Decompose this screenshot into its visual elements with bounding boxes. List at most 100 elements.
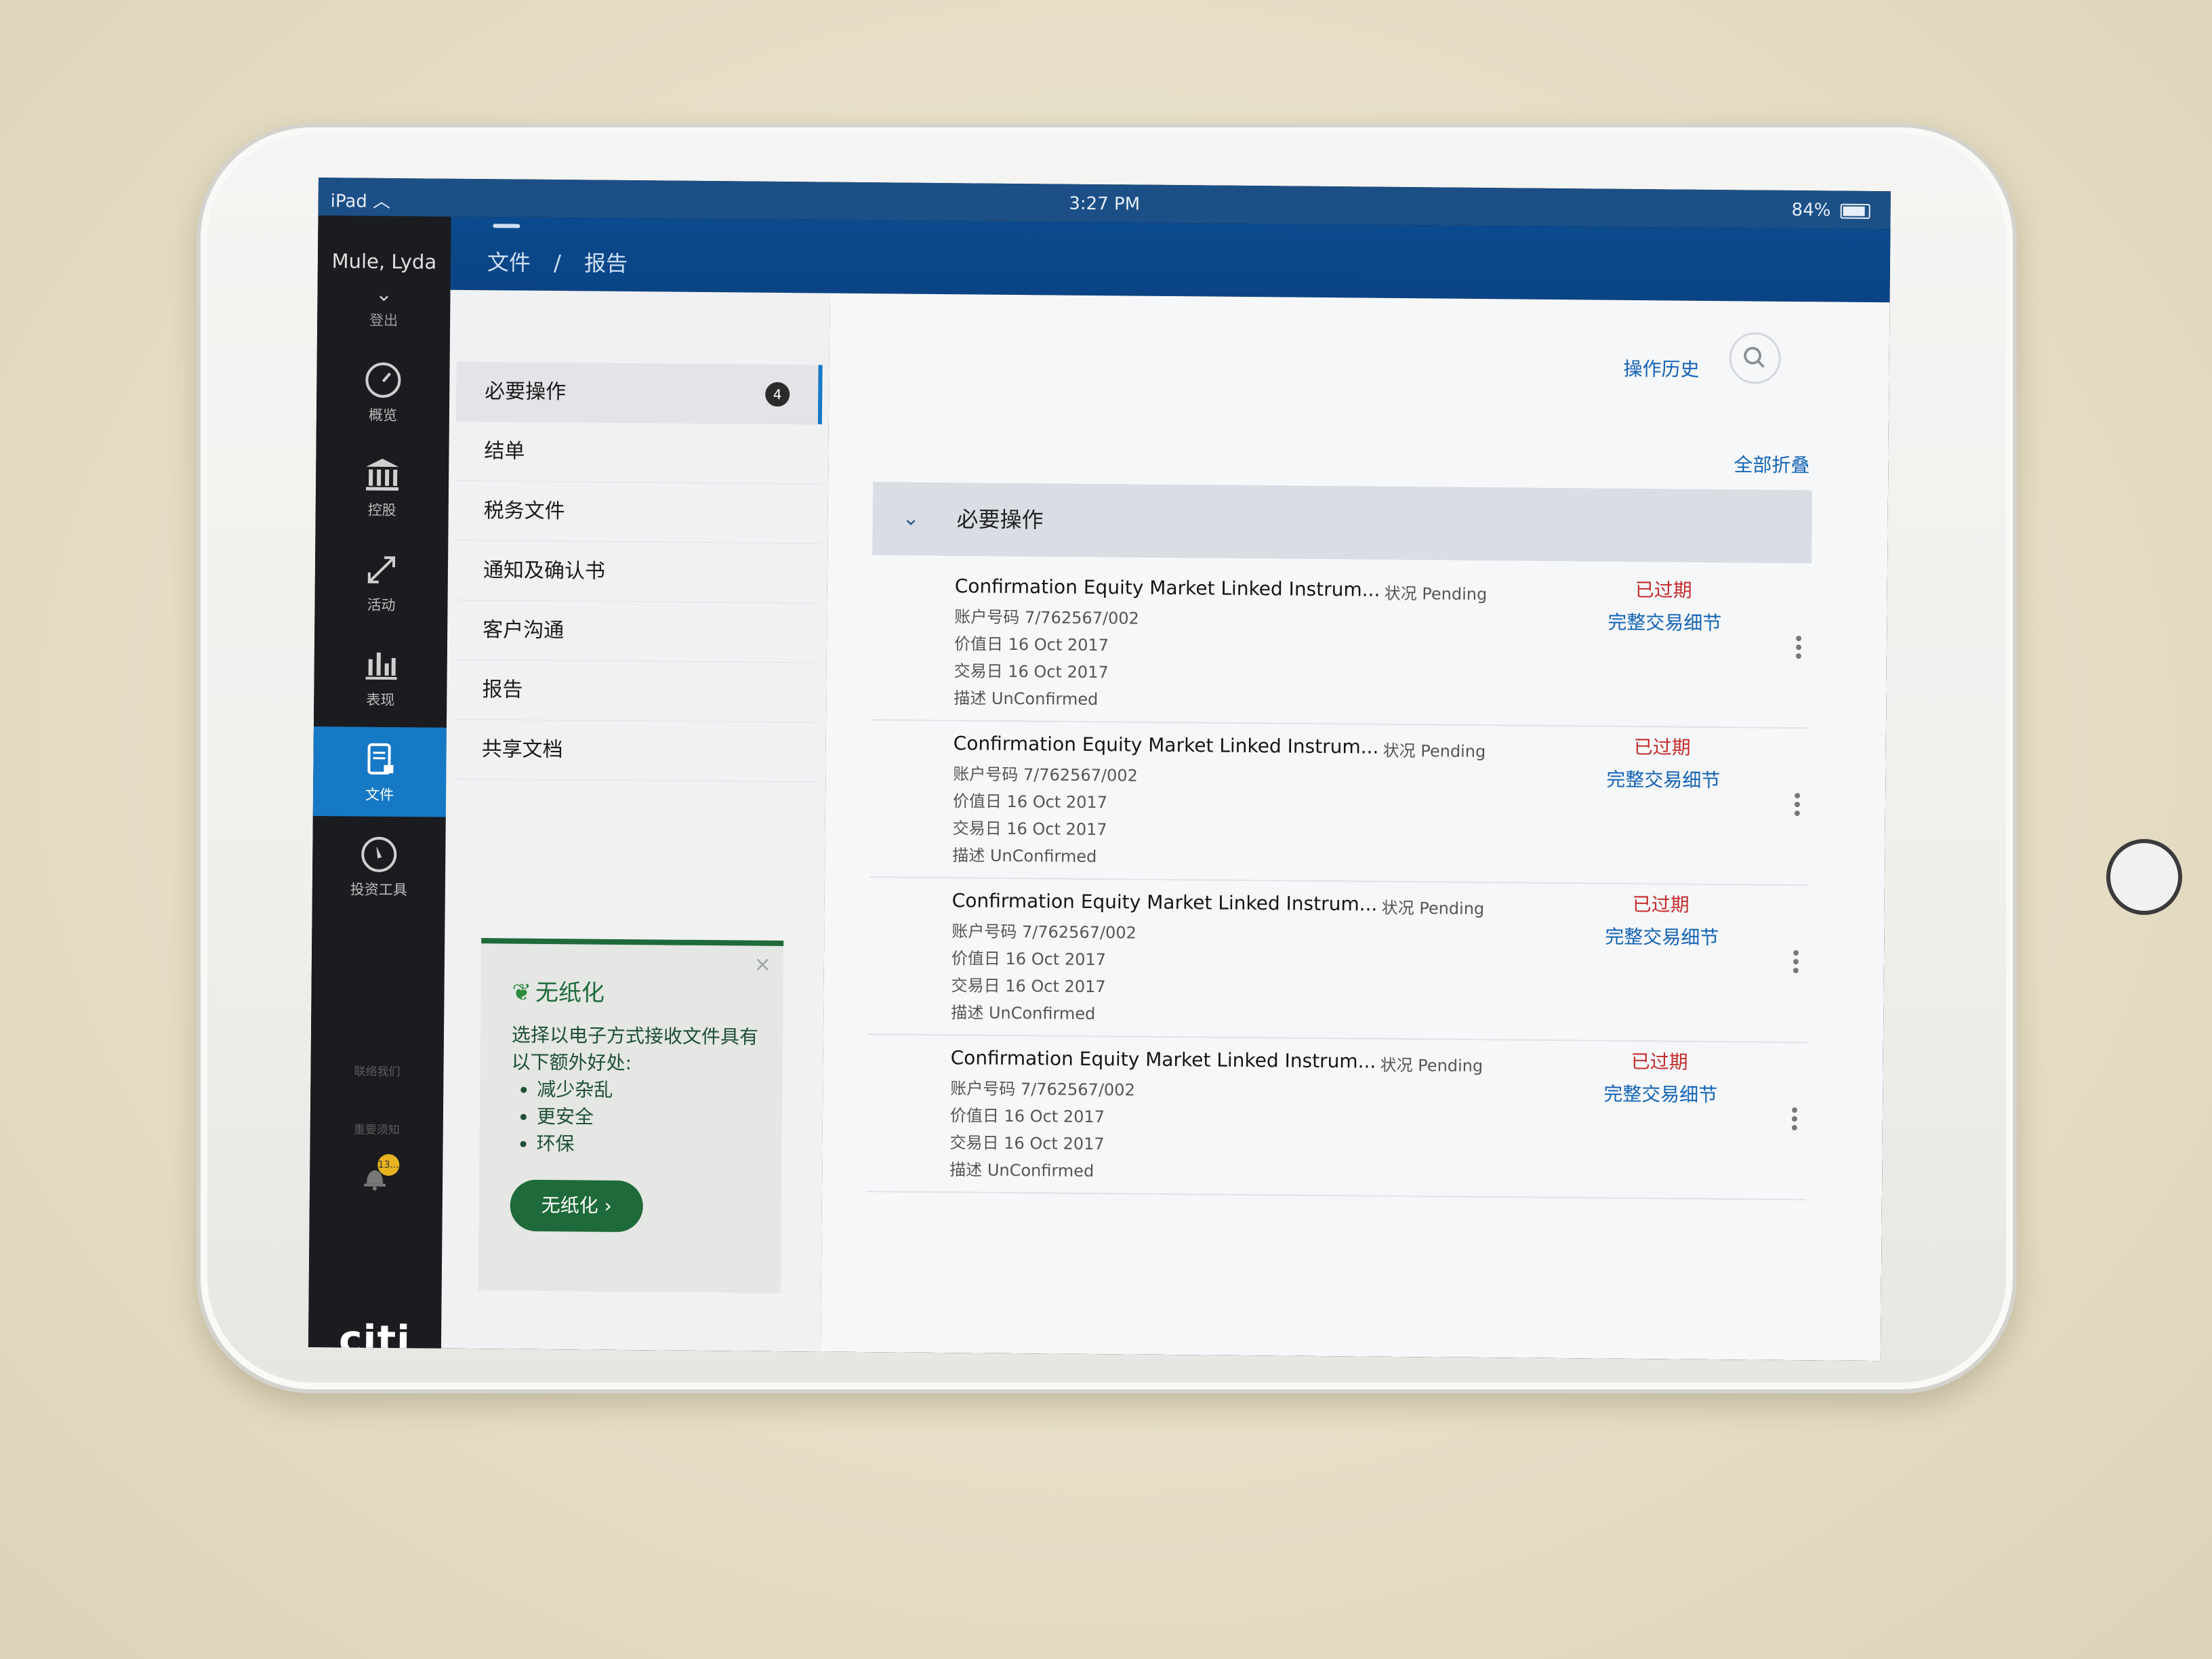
paperless-button[interactable]: 无纸化 › (510, 1179, 644, 1233)
battery-indicator: 84% (1791, 200, 1870, 221)
item-title: Confirmation Equity Market Linked Instru… (950, 1046, 1376, 1073)
category-label: 必要操作 (485, 380, 567, 405)
category-notices[interactable]: 通知及确认书 (454, 540, 821, 604)
section-header[interactable]: ⌄ 必要操作 (872, 482, 1813, 564)
notification-badge: 13... (377, 1153, 400, 1176)
category-label: 结单 (484, 439, 525, 464)
item-title: Confirmation Equity Market Linked Instru… (953, 732, 1379, 758)
chevron-down-icon[interactable]: ⌄ (317, 282, 450, 307)
breadcrumb-documents[interactable]: 文件 (487, 249, 531, 276)
item-value-date: 价值日 16 Oct 2017 (954, 634, 1109, 655)
list-item[interactable]: Confirmation Equity Market Linked Instru… (871, 562, 1812, 729)
category-reports[interactable]: 报告 (453, 659, 820, 723)
top-header: 文件 / 报告 (450, 216, 1891, 303)
nav-item-tools[interactable]: 投资工具 (312, 821, 446, 912)
count-badge: 4 (765, 382, 790, 407)
logout-link[interactable]: 登出 (317, 309, 450, 331)
ipad-screen: iPad ︿ 3:27 PM 84% Mule, Lyda ⌄ 登出 概览 控股… (308, 178, 1891, 1361)
expired-label: 已过期 (1633, 735, 1691, 759)
leaf-icon: ❦ (512, 979, 532, 1006)
breadcrumb: 文件 / 报告 (487, 245, 644, 278)
full-details-link[interactable]: 完整交易细节 (1607, 608, 1721, 636)
list-item[interactable]: Confirmation Equity Market Linked Instru… (867, 876, 1809, 1044)
item-account: 账户号码 7/762567/002 (954, 607, 1139, 628)
promo-title: ❦ 无纸化 (512, 979, 605, 1007)
category-client-comms[interactable]: 客户沟通 (453, 600, 821, 663)
section-title: 必要操作 (956, 506, 1044, 533)
nav-item-documents[interactable]: 文件 (312, 726, 447, 817)
menu-grip-icon[interactable] (493, 224, 520, 228)
chevron-right-icon: › (604, 1194, 612, 1217)
nav-item-overview[interactable]: 概览 (316, 347, 450, 438)
collapse-all-link[interactable]: 全部折叠 (1734, 450, 1809, 478)
category-shared-docs[interactable]: 共享文档 (453, 719, 820, 783)
search-icon (1744, 346, 1765, 368)
more-options-icon[interactable] (1790, 947, 1801, 977)
action-history-link[interactable]: 操作历史 (1623, 354, 1699, 382)
nav-item-performance[interactable]: 表现 (314, 632, 447, 722)
contact-link[interactable]: 联络我们 (310, 1061, 443, 1080)
item-description: 描述 UnConfirmed (952, 846, 1097, 867)
nav-label: 表现 (366, 691, 395, 709)
item-value-date: 价值日 16 Oct 2017 (951, 949, 1107, 970)
main-content: 操作历史 全部折叠 ⌄ 必要操作 Confirmation Equity Mar… (820, 293, 1890, 1361)
category-label: 通知及确认书 (483, 558, 606, 583)
item-account: 账户号码 7/762567/002 (950, 1079, 1135, 1100)
item-trade-date: 交易日 16 Oct 2017 (949, 1133, 1105, 1154)
category-tax-documents[interactable]: 税务文件 (455, 480, 822, 544)
benefit-item: 环保 (536, 1130, 761, 1160)
list-item[interactable]: Confirmation Equity Market Linked Instru… (866, 1033, 1807, 1201)
notice-link[interactable]: 重要须知 (310, 1120, 443, 1138)
category-pane: 必要操作 4 结单 税务文件 通知及确认书 客户沟通 报告 共享文档 × ❦ 无纸… (441, 289, 830, 1352)
nav-item-holdings[interactable]: 控股 (315, 442, 449, 533)
expired-label: 已过期 (1631, 1050, 1688, 1073)
battery-icon (1840, 203, 1870, 219)
nav-label: 控股 (367, 501, 396, 519)
breadcrumb-separator: / (553, 250, 562, 276)
status-time: 3:27 PM (1069, 193, 1141, 215)
category-label: 客户沟通 (483, 618, 565, 643)
bank-icon (365, 458, 399, 491)
item-status: 状况 Pending (1381, 898, 1485, 919)
more-options-icon[interactable] (1789, 1104, 1800, 1134)
nav-label: 文件 (365, 786, 394, 804)
category-required-actions[interactable]: 必要操作 4 (455, 361, 823, 425)
nav-label: 活动 (367, 596, 396, 614)
item-value-date: 价值日 16 Oct 2017 (949, 1106, 1105, 1127)
benefit-item: 减少杂乱 (537, 1076, 762, 1105)
category-statements[interactable]: 结单 (455, 421, 822, 485)
home-button[interactable] (2106, 839, 2182, 915)
item-account: 账户号码 7/762567/002 (953, 764, 1138, 785)
list-item[interactable]: Confirmation Equity Market Linked Instru… (869, 719, 1811, 886)
paperless-promo: × ❦无纸化 选择以电子方式接收文件具有以下额外好处: 减少杂乱 更安全 环保 … (478, 938, 784, 1294)
full-details-link[interactable]: 完整交易细节 (1603, 1080, 1717, 1107)
item-title: Confirmation Equity Market Linked Instru… (951, 889, 1378, 916)
main-nav: Mule, Lyda ⌄ 登出 概览 控股 活动 表现 文件 投资工具 联络我们… (308, 215, 451, 1361)
item-status: 状况 Pending (1384, 583, 1488, 605)
item-status: 状况 Pending (1382, 741, 1486, 762)
category-label: 共享文档 (481, 737, 563, 762)
item-value-date: 价值日 16 Oct 2017 (952, 792, 1108, 813)
search-button[interactable] (1729, 332, 1782, 384)
item-description: 描述 UnConfirmed (954, 689, 1099, 710)
item-trade-date: 交易日 16 Oct 2017 (951, 976, 1106, 997)
item-title: Confirmation Equity Market Linked Instru… (954, 575, 1380, 601)
chevron-down-icon[interactable]: ⌄ (902, 483, 920, 556)
promo-description: 选择以电子方式接收文件具有以下额外好处: (511, 1023, 759, 1075)
arrows-icon (367, 556, 396, 583)
item-description: 描述 UnConfirmed (949, 1160, 1094, 1181)
document-lock-icon (367, 743, 394, 775)
nav-item-activity[interactable]: 活动 (314, 537, 448, 628)
item-account: 账户号码 7/762567/002 (951, 922, 1136, 943)
compass-icon (361, 836, 397, 872)
category-label: 税务文件 (483, 499, 565, 524)
more-options-icon[interactable] (1792, 790, 1803, 819)
more-options-icon[interactable] (1793, 632, 1804, 662)
full-details-link[interactable]: 完整交易细节 (1605, 922, 1719, 950)
item-status: 状况 Pending (1380, 1055, 1483, 1076)
category-label: 报告 (482, 678, 523, 702)
item-description: 描述 UnConfirmed (951, 1003, 1096, 1024)
full-details-link[interactable]: 完整交易细节 (1606, 765, 1720, 793)
nav-label: 投资工具 (350, 881, 407, 899)
close-icon[interactable]: × (754, 953, 771, 977)
